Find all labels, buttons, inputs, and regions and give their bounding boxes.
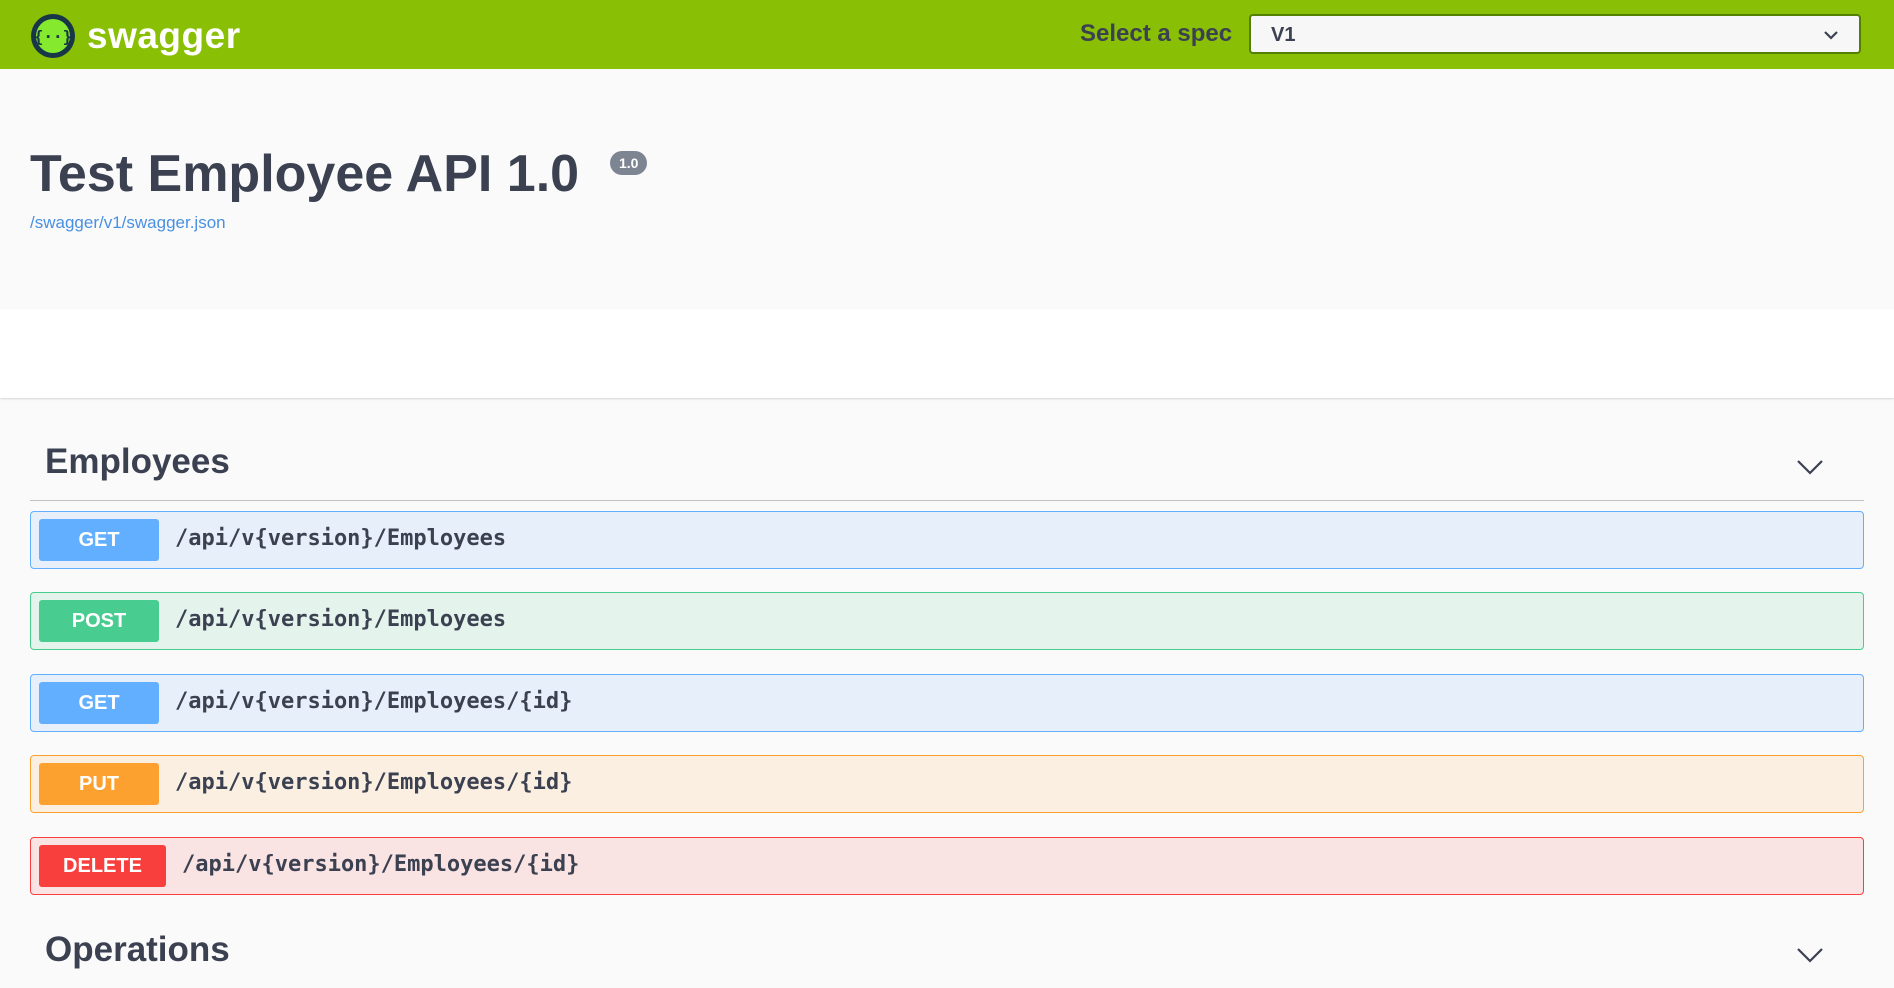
operation-put-employee[interactable]: PUT /api/v{version}/Employees/{id} [30, 755, 1864, 813]
operation-path: /api/v{version}/Employees/{id} [175, 770, 573, 795]
operation-post-employees[interactable]: POST /api/v{version}/Employees [30, 592, 1864, 650]
tag-employees-header[interactable]: Employees [30, 430, 1864, 501]
tag-title: Operations [45, 930, 230, 969]
method-badge: GET [39, 682, 159, 724]
tag-title: Employees [45, 442, 230, 481]
swagger-logo-icon: {··} [31, 14, 75, 58]
tag-operations-header[interactable]: Operations [30, 918, 1864, 988]
operation-delete-employee[interactable]: DELETE /api/v{version}/Employees/{id} [30, 837, 1864, 895]
operation-get-employees[interactable]: GET /api/v{version}/Employees [30, 511, 1864, 569]
version-badge: 1.0 [610, 151, 648, 175]
spec-select-value: V1 [1271, 24, 1296, 46]
svg-text:{··}: {··} [34, 27, 73, 46]
expand-toggle-icon[interactable] [1796, 946, 1824, 969]
swagger-logo[interactable]: {··} swagger [31, 14, 241, 58]
spec-select[interactable]: V1 [1249, 14, 1861, 54]
expand-toggle-icon[interactable] [1796, 458, 1824, 481]
operation-get-employee-by-id[interactable]: GET /api/v{version}/Employees/{id} [30, 674, 1864, 732]
swagger-logo-text: swagger [87, 15, 241, 56]
select-spec-label: Select a spec [1080, 20, 1233, 47]
method-badge: GET [39, 519, 159, 561]
topbar: {··} swagger Select a spec V1 [0, 0, 1894, 69]
method-badge: PUT [39, 763, 159, 805]
method-badge: POST [39, 600, 159, 642]
operation-path: /api/v{version}/Employees [175, 607, 507, 632]
api-title: Test Employee API 1.0 [30, 145, 580, 203]
operation-path: /api/v{version}/Employees/{id} [182, 852, 580, 877]
method-badge: DELETE [39, 845, 166, 887]
operation-path: /api/v{version}/Employees/{id} [175, 689, 573, 714]
scheme-container [0, 309, 1894, 398]
chevron-down-icon [1823, 28, 1839, 46]
operation-path: /api/v{version}/Employees [175, 526, 507, 551]
swagger-json-link[interactable]: /swagger/v1/swagger.json [30, 213, 226, 233]
